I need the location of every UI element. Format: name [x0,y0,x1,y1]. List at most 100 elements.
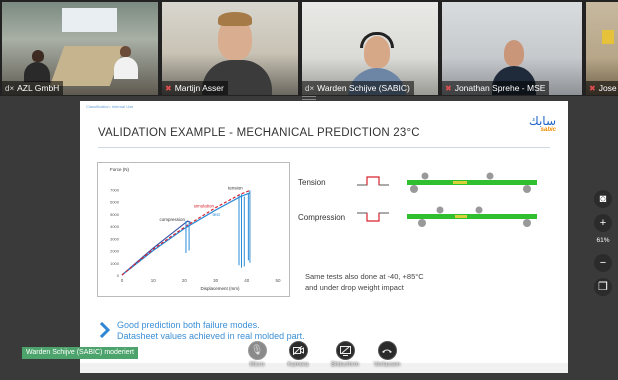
tension-top-support-left [421,172,429,180]
kamera-label: Kamera [287,362,309,368]
headset-icon [360,32,394,48]
annotation-tension: tension [228,185,243,190]
title-divider [98,147,550,148]
participant-name-bar: d× AZL GmbH [2,81,64,95]
kamera-button[interactable]: Kamera [278,341,318,368]
slide-footer-bar [80,363,568,373]
note-line: Same tests also done at -40, +85°C [305,272,424,281]
y-tick-label: 4000 [110,224,120,229]
tension-bottom-support-left [410,185,418,193]
mic-muted-icon: ✖ [165,84,172,93]
camera-icon: ◙ [599,193,607,205]
participant-tile-azl[interactable]: d× AZL GmbH [2,2,158,95]
y-tick-label: 3000 [110,236,120,241]
logo-arabic: سابك [528,114,556,128]
participant-tile-jonathan[interactable]: ✖ Jonathan Sprehe - MSE [442,2,582,95]
compression-beam-hotspot [455,215,467,218]
compression-load-symbol [357,212,389,222]
participant-name-bar: ✖ Martijn Asser [162,81,228,95]
zoom-out-button[interactable]: − [594,254,612,272]
verlassen-label: Verlassen [373,362,401,368]
verlassen-button[interactable]: Verlassen [367,341,407,368]
x-tick-label: 10 [151,278,157,283]
x-tick-label: 0 [121,278,124,283]
tension-top-support-right [486,172,494,180]
compression-beam [407,214,537,219]
camera-off-icon [288,341,308,360]
x-tick-label: 30 [213,278,219,283]
participant-name: Martijn Asser [174,83,224,93]
screenshot-button[interactable]: ◙ [594,190,612,208]
slide-title: VALIDATION EXAMPLE - MECHANICAL PREDICTI… [98,127,420,139]
chevron-right-icon [100,322,110,338]
participant-tile-jose[interactable]: ✖ Jose [586,2,618,95]
compression-top-support-left [436,206,444,214]
tension-beam [407,180,537,185]
micro-button[interactable]: 🎙︎ Micro [237,341,277,368]
tension-beam-hotspot [453,181,467,184]
person-hair [218,12,252,26]
shared-screen: Classification: Internal Use VALIDATION … [80,101,568,373]
y-tick-label: 2000 [110,249,120,254]
plus-icon: + [599,217,607,229]
y-tick-label: 7000 [110,187,120,192]
tension-bottom-support-right [523,185,531,193]
conclusion-line: Good prediction both failure modes. [117,320,260,330]
person-head [120,46,131,57]
chart-svg: 0 1000 2000 3000 4000 5000 6000 7000 0 10 20 30 40 50… [110,167,281,291]
note-line: and under drop weight impact [305,283,404,292]
window-icon: ❐ [598,281,608,293]
tension-label: Tension [298,178,326,187]
resize-grip[interactable] [302,96,316,100]
moderator-badge: Warden Schijve (SABIC) moderiert [22,347,138,359]
zoom-in-button[interactable]: + [594,214,612,232]
x-axis-label: Displacement (mm) [200,286,240,291]
compression-load-highlight [366,213,380,222]
mic-on-icon: d× [305,84,315,93]
participant-name: Warden Schijve (SABIC) [317,83,410,93]
mic-muted-icon: ✖ [589,84,596,93]
bildschirm-label: Bildschirm [331,362,359,368]
classification-label: Classification: Internal Use [86,104,134,109]
annotation-compression: compression [159,217,185,222]
person-head [504,40,524,66]
person-torso [24,62,50,82]
screen-share-icon [335,341,355,360]
load-schematics [357,172,537,227]
participant-name-bar: d× Warden Schijve (SABIC) [302,81,414,95]
participant-name: Jose [598,83,617,93]
tension-load-symbol [357,176,389,186]
conclusion-text: Good prediction both failure modes. Data… [117,320,305,342]
y-tick-label: 0 [117,273,120,278]
microphone-icon: 🎙︎ [247,341,267,360]
test-conditions-note: Same tests also done at -40, +85°C and u… [305,271,424,293]
person-head [32,50,44,62]
micro-label: Micro [249,362,265,368]
y-tick-label: 1000 [110,261,120,266]
flag-shape [602,30,614,44]
compression-bottom-support-right [523,219,531,227]
y-axis-label: Force (N) [110,167,130,172]
annotation-simulation: simulation [194,204,215,209]
x-tick-label: 20 [182,278,188,283]
wall-screen [62,8,117,32]
tension-load-highlight [366,176,380,185]
compression-top-support-right [475,206,483,214]
mic-on-icon: d× [5,84,15,93]
fullscreen-button[interactable]: ❐ [594,278,612,296]
force-displacement-chart: 0 1000 2000 3000 4000 5000 6000 7000 0 10 20 30 40 50… [97,162,290,297]
participant-tile-warden[interactable]: d× Warden Schijve (SABIC) [302,2,438,95]
person-torso [114,57,138,79]
participant-name-bar: ✖ Jonathan Sprehe - MSE [442,81,550,95]
bildschirm-button[interactable]: Bildschirm [325,341,365,368]
sabic-logo: سابك sabic [512,115,556,133]
minus-icon: − [599,257,607,269]
participant-name: AZL GmbH [17,83,60,93]
zoom-level: 61% [596,237,610,244]
annotation-test: test [212,212,220,217]
y-tick-label: 5000 [110,212,120,217]
compression-bottom-support-left [418,219,426,227]
meeting-table [49,46,125,86]
participant-tile-martijn[interactable]: ✖ Martijn Asser [162,2,298,95]
participant-strip: d× AZL GmbH ✖ Martijn Asser d× Warden Schij… [0,0,618,96]
